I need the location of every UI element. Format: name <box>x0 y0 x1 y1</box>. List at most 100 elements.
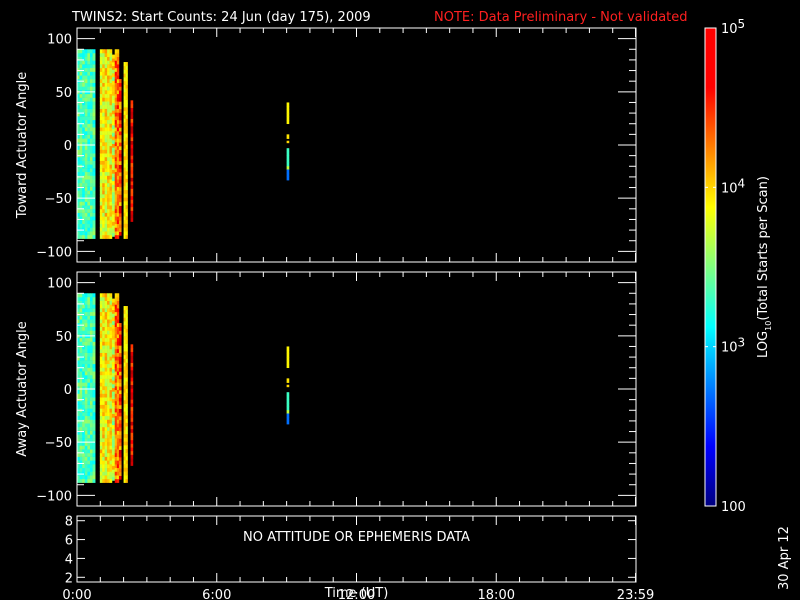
heatmap-cell <box>89 67 93 72</box>
heatmap-cell <box>116 186 120 191</box>
heatmap-cell <box>92 363 96 368</box>
heatmap-cell <box>118 445 122 450</box>
heatmap-cell <box>125 170 128 176</box>
heatmap-cell <box>92 186 96 191</box>
heatmap-cell <box>92 212 96 217</box>
heatmap-cell <box>116 123 120 128</box>
heatmap-cell <box>92 82 96 87</box>
heatmap-cell <box>79 220 83 225</box>
heatmap-cell <box>107 175 110 180</box>
heatmap-cell <box>104 441 108 446</box>
heatmap-cell <box>130 162 134 167</box>
heatmap-cell <box>84 412 88 417</box>
heatmap-cell <box>102 130 105 135</box>
heatmap-cell <box>111 317 116 322</box>
heatmap-cell <box>102 382 105 387</box>
heatmap-cell <box>111 473 116 478</box>
heatmap-cell <box>104 234 108 239</box>
heatmap-cell <box>286 417 290 421</box>
heatmap-cell <box>87 227 91 232</box>
heatmap-cell <box>102 186 105 191</box>
heatmap-cell <box>114 356 118 361</box>
heatmap-cell <box>104 86 108 91</box>
heatmap-cell <box>89 82 93 87</box>
heatmap-cell <box>111 372 116 377</box>
heatmap-cell <box>116 449 120 454</box>
heatmap-cell <box>84 308 88 313</box>
heatmap-cell <box>79 341 83 346</box>
heatmap-cell <box>130 159 134 164</box>
heatmap-cell <box>130 214 134 219</box>
heatmap-cell <box>123 137 126 142</box>
heatmap-cell <box>87 104 91 109</box>
heatmap-cell <box>92 319 96 324</box>
heatmap-cell <box>107 182 110 187</box>
heatmap-cell <box>286 151 290 156</box>
heatmap-cell <box>82 223 86 228</box>
heatmap-cell <box>114 348 118 353</box>
heatmap-cell <box>109 308 113 313</box>
heatmap-cell <box>104 393 108 398</box>
heatmap-cell <box>102 138 105 143</box>
heatmap-cell <box>87 352 91 357</box>
heatmap-cell <box>118 416 122 421</box>
heatmap-cell <box>87 378 91 383</box>
heatmap-cell <box>114 67 118 72</box>
heatmap-cell <box>87 326 91 331</box>
heatmap-cell <box>109 75 113 80</box>
heatmap-cell <box>116 97 120 102</box>
heatmap-cell <box>104 164 108 169</box>
heatmap-cell <box>104 119 108 124</box>
heatmap-cell <box>109 175 113 180</box>
heatmap-cell <box>107 341 110 346</box>
heatmap-cell <box>87 408 91 413</box>
heatmap-cell <box>87 293 91 298</box>
heatmap-cell <box>125 418 128 423</box>
heatmap-cell <box>82 52 86 57</box>
heatmap-cell <box>89 145 93 150</box>
heatmap-cell <box>114 82 118 87</box>
heatmap-cell <box>107 108 110 113</box>
heatmap-cell <box>79 389 83 394</box>
heatmap-cell <box>116 393 120 398</box>
heatmap-cell <box>111 335 116 340</box>
heatmap-cell <box>87 97 91 102</box>
heatmap-cell <box>114 363 118 368</box>
heatmap-cell <box>92 108 96 113</box>
heatmap-cell <box>107 149 110 154</box>
heatmap-cell <box>92 415 96 420</box>
heatmap-cell <box>123 351 126 356</box>
heatmap-cell <box>92 400 96 405</box>
heatmap-cell <box>87 423 91 428</box>
heatmap-cell <box>89 56 93 61</box>
heatmap-cell <box>99 378 103 383</box>
heatmap-cell <box>125 114 128 119</box>
heatmap-cell <box>104 194 108 199</box>
heatmap-cell <box>116 78 120 83</box>
heatmap-cell <box>286 384 290 388</box>
heatmap-cell <box>109 205 113 210</box>
heatmap-cell <box>99 445 103 450</box>
heatmap-cell <box>111 136 116 141</box>
heatmap-cell <box>79 456 83 461</box>
heatmap-cell <box>89 108 93 113</box>
heatmap-cell <box>123 163 126 168</box>
y-tick-label: −100 <box>36 245 72 260</box>
heatmap-cell <box>118 198 122 203</box>
heatmap-cell <box>116 220 120 225</box>
heatmap-cell <box>89 116 93 121</box>
heatmap-cell <box>99 400 103 405</box>
heatmap-cell <box>114 430 118 435</box>
heatmap-cell <box>130 425 134 430</box>
heatmap-cell <box>107 400 110 405</box>
heatmap-cell <box>107 93 110 98</box>
heatmap-cell <box>89 149 93 154</box>
heatmap-cell <box>123 328 126 333</box>
heatmap-cell <box>102 190 105 195</box>
heatmap-cell <box>123 133 126 138</box>
heatmap-cell <box>111 298 116 303</box>
heatmap-cell <box>92 67 96 72</box>
heatmap-cell <box>79 438 83 443</box>
heatmap-cell <box>104 475 108 480</box>
heatmap-cell <box>87 75 91 80</box>
